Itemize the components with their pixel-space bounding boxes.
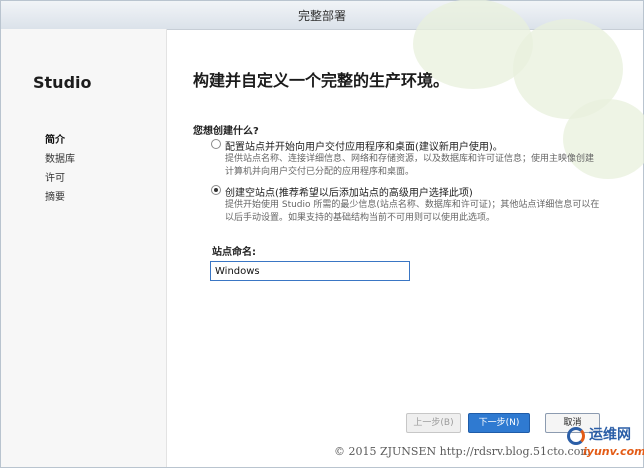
sidebar-brand: Studio [33,73,92,92]
radio-empty-site[interactable] [211,185,221,195]
sidebar: Studio 简介 数据库 许可 摘要 [1,29,167,467]
site-logo: 运维网 iyunv.com [565,421,644,467]
sidebar-nav: 简介 数据库 许可 摘要 [45,131,75,207]
back-button[interactable]: 上一步(B) [406,413,461,433]
option-description: 提供开始使用 Studio 所需的最少信息(站点名称、数据库和许可证)；其他站点… [225,200,600,223]
site-name-label: 站点命名: [212,247,256,258]
window-frame: 完整部署 Studio 简介 数据库 许可 摘要 构建并自定义一个完整的生产环境… [0,0,644,468]
sidebar-item-database[interactable]: 数据库 [45,150,75,169]
sidebar-item-summary[interactable]: 摘要 [45,188,75,207]
logo-text-top: 运维网 [589,427,631,443]
page-heading: 构建并自定义一个完整的生产环境。 [193,71,450,90]
sidebar-item-intro[interactable]: 简介 [45,131,75,150]
option-description: 提供站点名称、连接详细信息、网络和存储资源，以及数据库和许可证信息；使用主映像创… [225,154,595,177]
next-button[interactable]: 下一步(N) [468,413,530,433]
option-label: 配置站点并开始向用户交付应用程序和桌面(建议新用户使用)。 [225,142,503,153]
logo-ring-icon [567,427,585,445]
question-label: 您想创建什么? [193,126,259,137]
site-name-input[interactable] [210,261,410,281]
watermark-text: © 2015 ZJUNSEN http://rdsrv.blog.51cto.c… [334,445,591,458]
radio-configure-site[interactable] [211,139,221,149]
option-label: 创建空站点(推荐希望以后添加站点的高级用户选择此项) [225,188,473,199]
logo-text-bottom: iyunv.com [583,445,644,458]
sidebar-item-license[interactable]: 许可 [45,169,75,188]
window-title: 完整部署 [297,9,346,23]
